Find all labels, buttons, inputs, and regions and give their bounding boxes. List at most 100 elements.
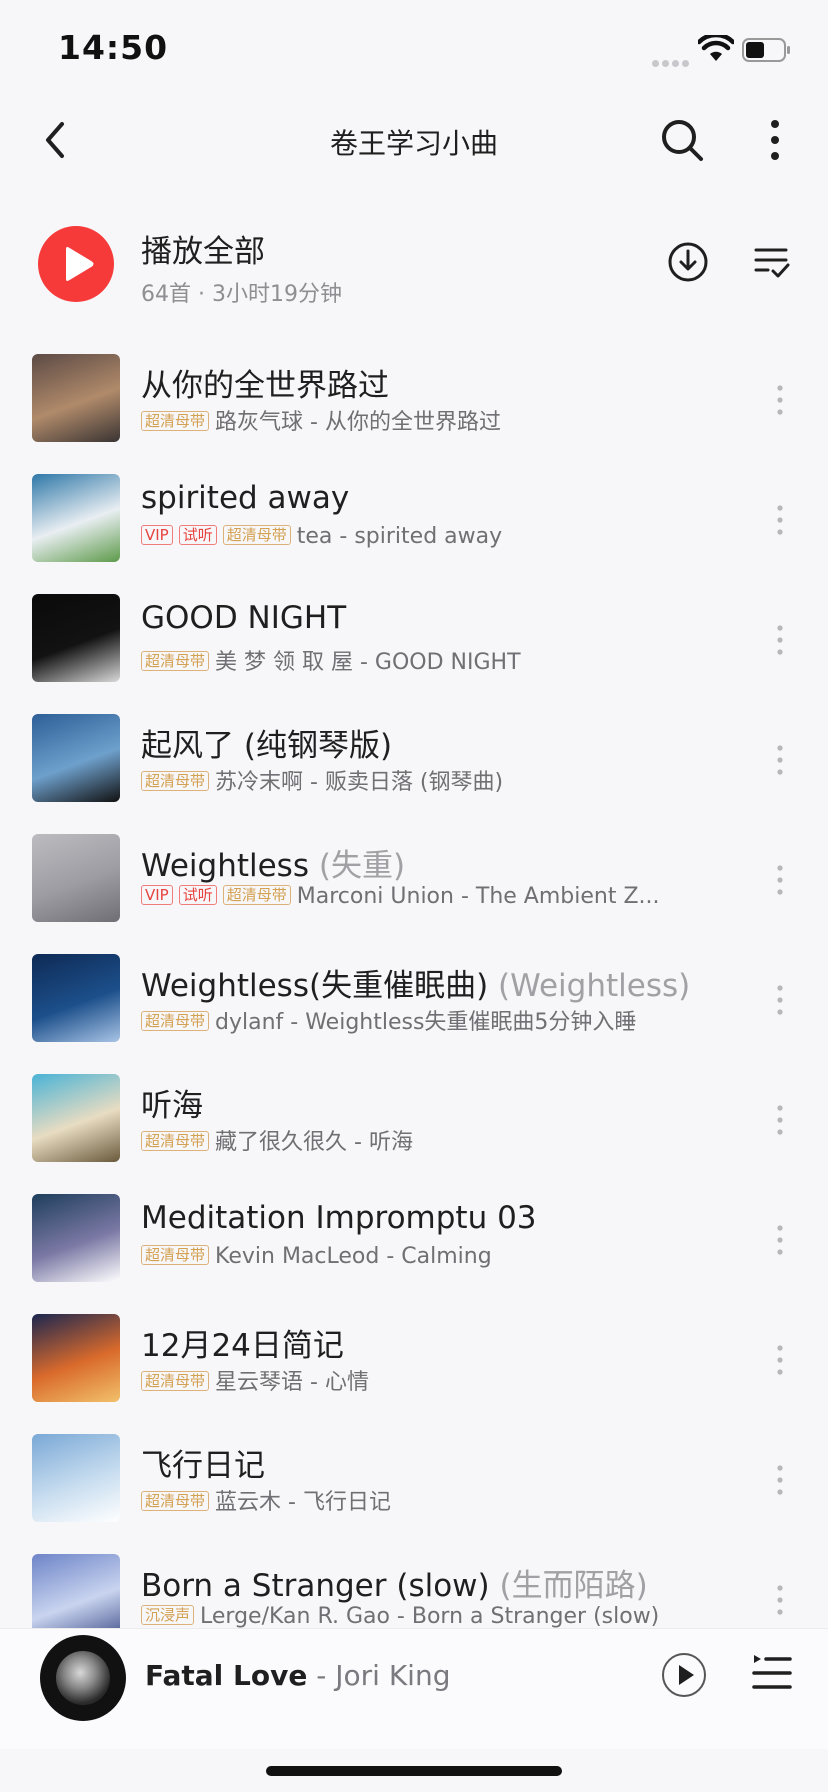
song-alias: (Weightless) [488, 968, 691, 1004]
battery-icon [742, 38, 790, 62]
artist-album: tea - spirited away [296, 524, 503, 549]
song-title: 飞行日记 [141, 1440, 265, 1485]
play-all-button[interactable] [38, 226, 114, 302]
song-title: 听海 [141, 1080, 203, 1125]
song-more-icon[interactable] [770, 1582, 790, 1618]
quality-tag: 超清母带 [141, 1011, 210, 1031]
song-row[interactable]: Born a Stranger (slow) (生而陌路) 沉浸声 Lerge/Ka… [0, 1552, 828, 1628]
song-title: 起风了 (纯钢琴版) [141, 720, 392, 765]
song-title-text: Weightless [141, 848, 309, 884]
song-title-text: Born a Stranger (slow) [141, 1568, 490, 1604]
song-title: Meditation Impromptu 03 [141, 1200, 537, 1236]
song-more-icon[interactable] [770, 1222, 790, 1258]
song-row[interactable]: 听海 超清母带 藏了很久很久 - 听海 [0, 1072, 828, 1192]
song-title-text: GOOD NIGHT [141, 600, 347, 636]
song-row[interactable]: Weightless(失重催眠曲) (Weightless) 超清母带 dylanf… [0, 952, 828, 1072]
quality-tag: 超清母带 [141, 1371, 210, 1391]
album-cover [32, 954, 120, 1042]
song-title: 12月24日简记 [141, 1320, 344, 1365]
wifi-icon [698, 35, 734, 61]
song-more-icon[interactable] [770, 622, 790, 658]
song-row[interactable]: Meditation Impromptu 03 超清母带 Kevin MacLeod… [0, 1192, 828, 1312]
now-playing-cover[interactable] [40, 1635, 126, 1721]
song-title-text: 从你的全世界路过 [141, 368, 389, 404]
song-more-icon[interactable] [770, 502, 790, 538]
now-playing-info[interactable]: Fatal Love - Jori King [145, 1659, 450, 1692]
quality-tag: 超清母带 [141, 411, 210, 431]
artist-album: Marconi Union - The Ambient Z... [296, 884, 660, 909]
now-playing-separator: - [307, 1659, 336, 1692]
mini-player[interactable]: Fatal Love - Jori King [0, 1628, 828, 1749]
more-vertical-icon[interactable] [760, 116, 790, 164]
song-more-icon[interactable] [770, 382, 790, 418]
song-more-icon[interactable] [770, 982, 790, 1018]
artist-album: 美 梦 领 取 屋 - GOOD NIGHT [215, 650, 521, 674]
song-title-text: Weightless(失重催眠曲) [141, 968, 489, 1004]
song-subtitle: 超清母带美 梦 领 取 屋 - GOOD NIGHT [141, 644, 701, 674]
song-more-icon[interactable] [770, 742, 790, 778]
song-alias: (失重) [309, 848, 406, 884]
song-more-icon[interactable] [770, 862, 790, 898]
song-subtitle: VIP 试听 超清母带 Marconi Union - The Ambient Z..… [141, 884, 701, 914]
song-subtitle: 超清母带 Kevin MacLeod - Calming [141, 1244, 701, 1274]
album-cover [32, 1554, 120, 1628]
multi-select-icon[interactable] [752, 242, 792, 282]
quality-tag: 试听 [178, 885, 217, 905]
quality-tag: 超清母带 [141, 771, 210, 791]
song-title: spirited away [141, 480, 349, 516]
song-row[interactable]: 起风了 (纯钢琴版) 超清母带 苏冷末啊 - 贩卖日落 (钢琴曲) [0, 712, 828, 832]
song-row[interactable]: spirited away VIP 试听 超清母带 tea - spirited awa… [0, 472, 828, 592]
song-title-text: Meditation Impromptu 03 [141, 1200, 537, 1236]
song-more-icon[interactable] [770, 1462, 790, 1498]
artist-album: Kevin MacLeod - Calming [215, 1244, 492, 1269]
album-cover [32, 1194, 120, 1282]
status-time: 14:50 [58, 28, 169, 67]
album-cover [32, 594, 120, 682]
now-playing-artist: Jori King [335, 1659, 451, 1692]
song-title: 从你的全世界路过 [141, 360, 389, 405]
play-all-row[interactable]: 播放全部 64首 · 3小时19分钟 [0, 212, 828, 322]
song-subtitle: 超清母带 苏冷末啊 - 贩卖日落 (钢琴曲) [141, 764, 701, 794]
album-cover [32, 1434, 120, 1522]
play-pause-icon[interactable] [660, 1651, 708, 1699]
play-all-label[interactable]: 播放全部 [141, 226, 265, 271]
song-title-text: 听海 [141, 1088, 203, 1124]
album-cover [32, 1314, 120, 1402]
artist-album: dylanf - Weightless失重催眠曲5分钟入睡 [215, 1010, 637, 1034]
play-icon [66, 247, 94, 281]
song-row[interactable]: 从你的全世界路过超清母带 路灰气球 - 从你的全世界路过 [0, 352, 828, 472]
download-icon[interactable] [666, 240, 710, 284]
album-cover [32, 474, 120, 562]
song-alias: (生而陌路) [489, 1568, 648, 1604]
album-cover [32, 834, 120, 922]
song-subtitle: 沉浸声 Lerge/Kan R. Gao - Born a Stranger (s… [141, 1604, 701, 1628]
artist-album: 苏冷末啊 - 贩卖日落 (钢琴曲) [215, 770, 504, 794]
quality-tag: 沉浸声 [141, 1605, 195, 1625]
song-subtitle: 超清母带 蓝云木 - 飞行日记 [141, 1484, 701, 1514]
song-row[interactable]: GOOD NIGHT 超清母带美 梦 领 取 屋 - GOOD NIGHT [0, 592, 828, 712]
artist-album: 路灰气球 - 从你的全世界路过 [215, 410, 501, 434]
quality-tag: 试听 [178, 525, 217, 545]
song-title: Weightless (失重) [141, 840, 405, 885]
song-row[interactable]: 12月24日简记 超清母带 星云琴语 - 心情 [0, 1312, 828, 1432]
album-cover [32, 1074, 120, 1162]
song-title-text: 起风了 (纯钢琴版) [141, 728, 393, 764]
song-row[interactable]: Weightless (失重) VIP 试听 超清母带 Marconi Union - … [0, 832, 828, 952]
playlist-queue-icon[interactable] [752, 1653, 792, 1695]
now-playing-title: Fatal Love [145, 1659, 308, 1692]
song-title-text: 12月24日简记 [141, 1328, 344, 1364]
song-subtitle: 超清母带 dylanf - Weightless失重催眠曲5分钟入睡 [141, 1004, 701, 1034]
song-more-icon[interactable] [770, 1342, 790, 1378]
song-more-icon[interactable] [770, 1102, 790, 1138]
nav-bar: 卷王学习小曲 [0, 100, 828, 180]
song-title-text: 飞行日记 [141, 1448, 265, 1484]
song-subtitle: 超清母带 藏了很久很久 - 听海 [141, 1124, 701, 1154]
quality-tag: VIP [141, 885, 173, 905]
artist-album: 藏了很久很久 - 听海 [215, 1130, 413, 1154]
song-row[interactable]: 飞行日记 超清母带 蓝云木 - 飞行日记 [0, 1432, 828, 1552]
artist-album: 蓝云木 - 飞行日记 [215, 1490, 391, 1514]
song-list[interactable]: 从你的全世界路过 超清母带 路灰气球 - 从你的全世界路过 spirited away… [0, 352, 828, 1628]
quality-tag: 超清母带 [141, 1131, 210, 1151]
song-subtitle: 超清母带 星云琴语 - 心情 [141, 1364, 701, 1394]
search-icon[interactable] [658, 116, 706, 164]
